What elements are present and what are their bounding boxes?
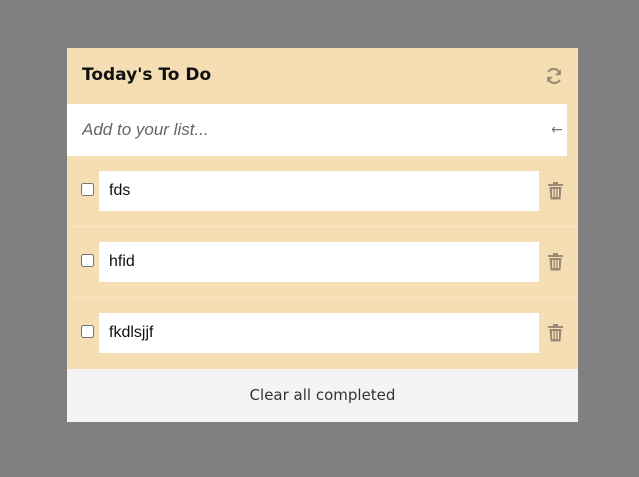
todo-item	[67, 297, 578, 368]
todo-card: Today's To Do ←	[67, 48, 578, 422]
todo-checkbox[interactable]	[81, 254, 94, 267]
clear-completed-button[interactable]: Clear all completed	[67, 369, 578, 422]
trash-icon[interactable]	[548, 324, 563, 342]
todo-checkbox[interactable]	[81, 325, 94, 338]
todo-item	[67, 156, 578, 226]
todo-checkbox[interactable]	[81, 183, 94, 196]
trash-icon[interactable]	[548, 253, 563, 271]
todo-text-input[interactable]	[99, 242, 539, 282]
page-title: Today's To Do	[82, 65, 212, 85]
todo-text-input[interactable]	[99, 171, 539, 211]
enter-icon[interactable]: ←	[551, 121, 565, 139]
add-item-row: ←	[67, 104, 567, 156]
card-header: Today's To Do	[67, 48, 578, 104]
refresh-icon[interactable]	[544, 66, 564, 86]
todo-item	[67, 226, 578, 297]
todo-list	[67, 156, 578, 368]
add-item-input[interactable]	[67, 104, 537, 156]
trash-icon[interactable]	[548, 182, 563, 200]
todo-text-input[interactable]	[99, 313, 539, 353]
